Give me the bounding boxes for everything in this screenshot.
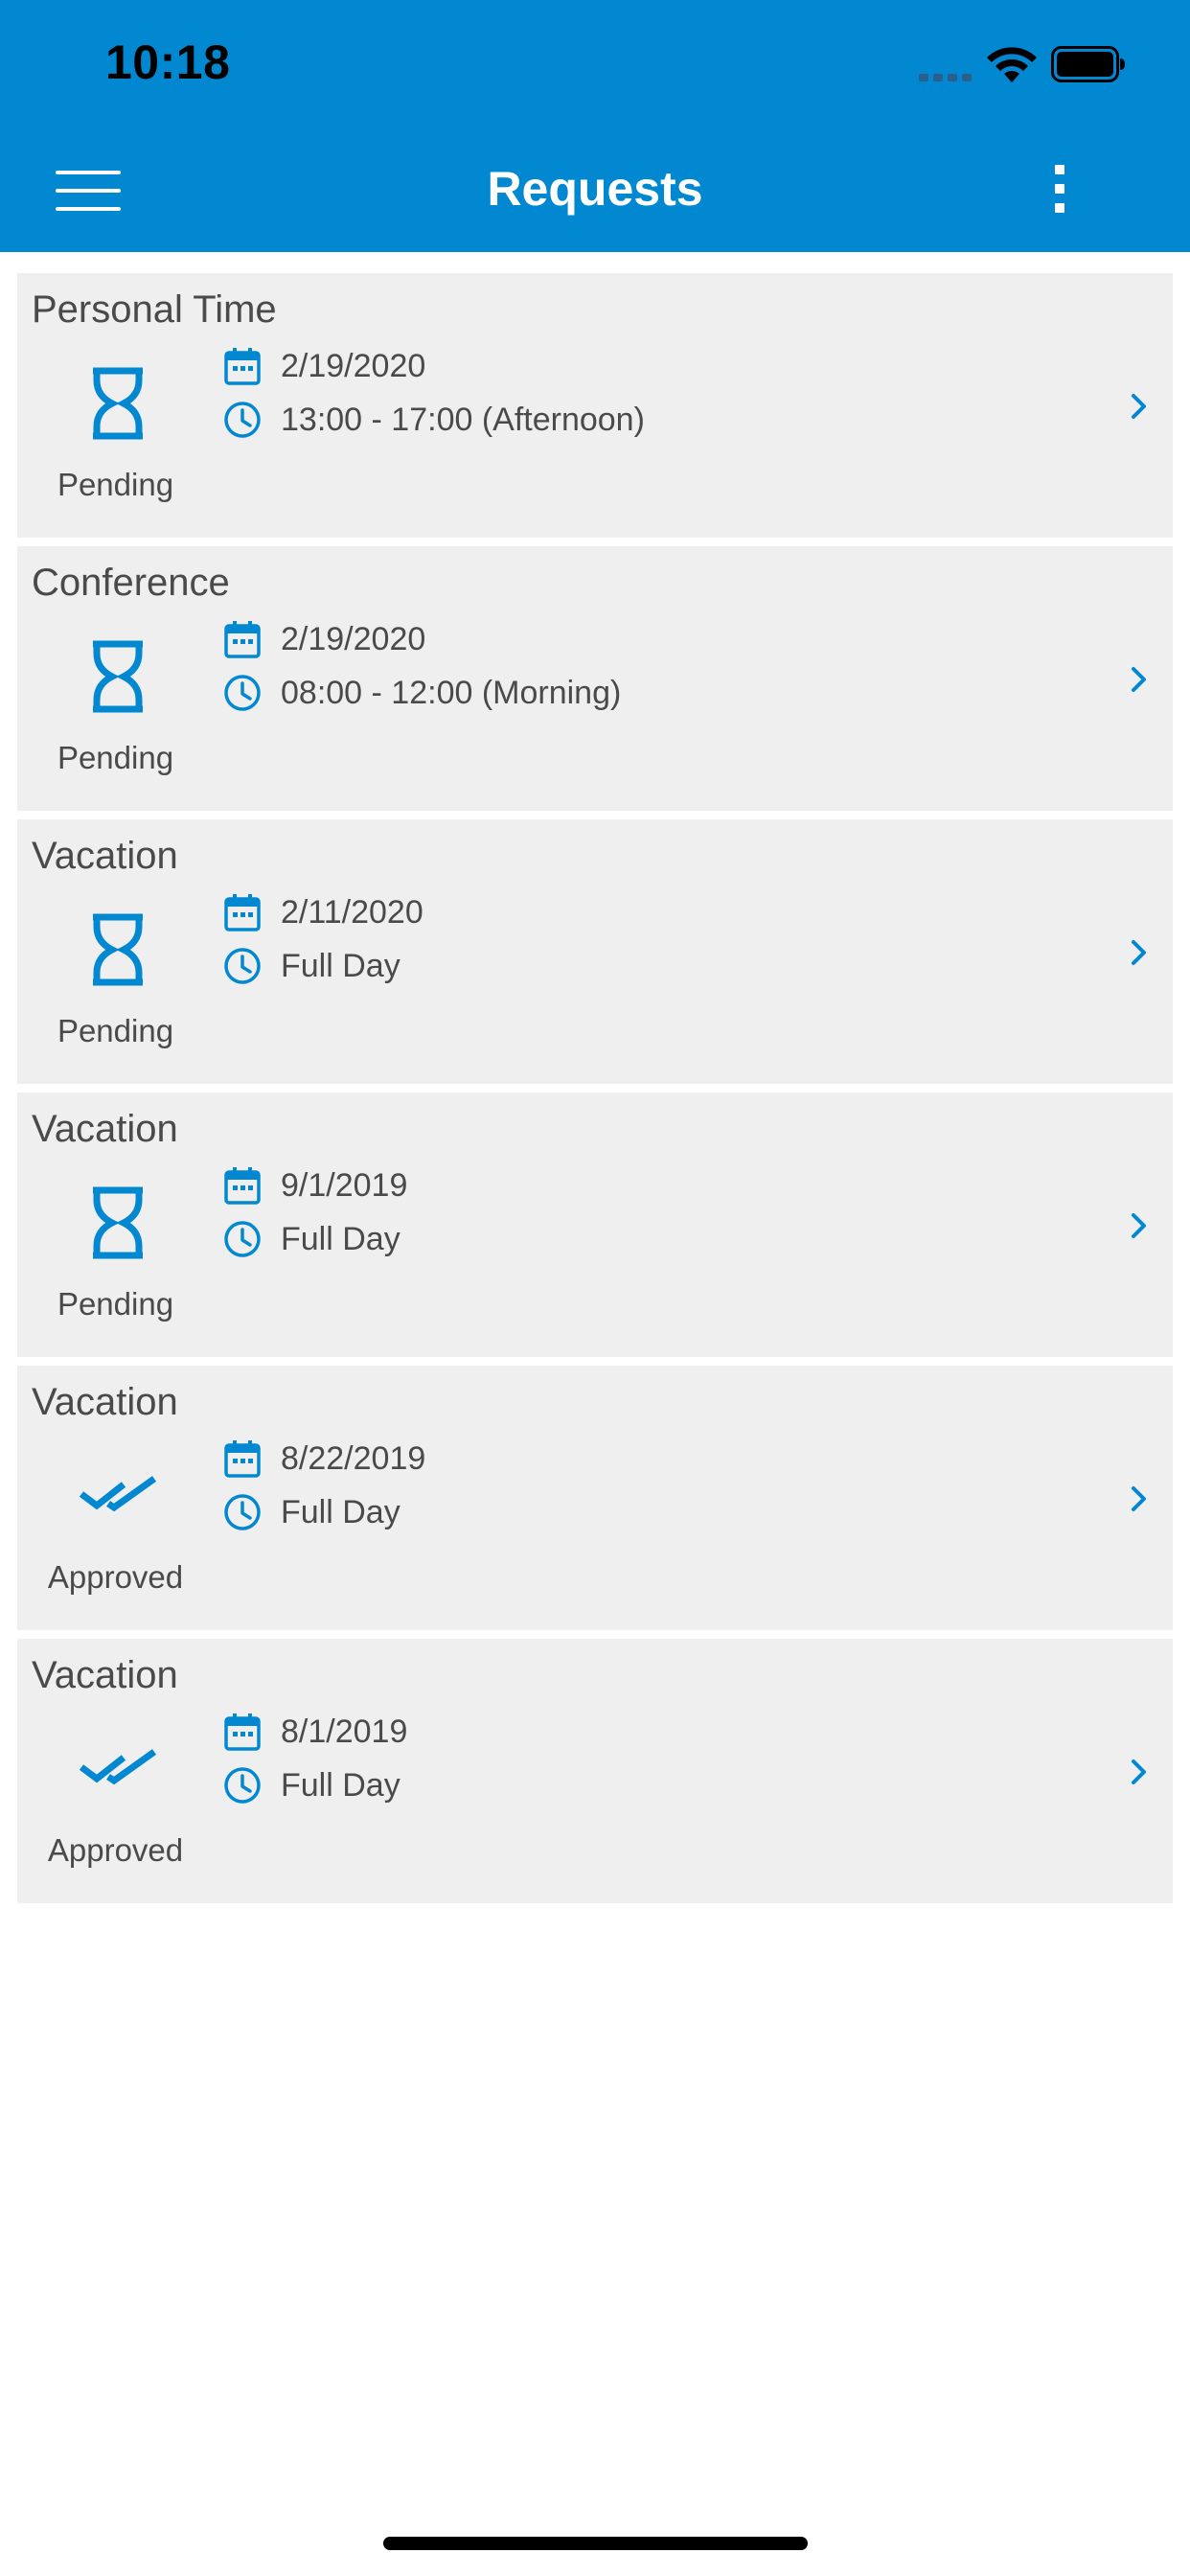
request-time: 13:00 - 17:00 (Afternoon) bbox=[281, 402, 645, 438]
cellular-signal-icon bbox=[919, 74, 973, 81]
request-status-label: Approved bbox=[47, 1559, 184, 1595]
request-card[interactable]: Vacation Pending 9/1/2019 Full Day bbox=[17, 1092, 1173, 1357]
home-indicator bbox=[383, 2537, 808, 2550]
double-check-icon bbox=[80, 1749, 156, 1785]
request-card[interactable]: Vacation Approved 8/1/2019 Full Day bbox=[17, 1639, 1173, 1903]
vertical-dots-icon[interactable] bbox=[1050, 165, 1069, 213]
chevron-right-icon[interactable] bbox=[1129, 1211, 1150, 1240]
request-time: Full Day bbox=[281, 948, 400, 984]
calendar-icon bbox=[224, 1167, 261, 1205]
hourglass-icon bbox=[93, 640, 143, 713]
double-check-icon bbox=[80, 1476, 156, 1512]
request-card[interactable]: Vacation Pending 2/11/2020 Full Day bbox=[17, 819, 1173, 1084]
chevron-right-icon[interactable] bbox=[1129, 1758, 1150, 1786]
request-card[interactable]: Vacation Approved 8/22/2019 Full Day bbox=[17, 1366, 1173, 1630]
request-status-label: Pending bbox=[57, 1013, 174, 1048]
request-date: 2/11/2020 bbox=[281, 894, 423, 931]
request-status-label: Pending bbox=[57, 1286, 174, 1322]
chevron-right-icon[interactable] bbox=[1129, 392, 1150, 421]
calendar-icon bbox=[224, 1440, 261, 1478]
request-card[interactable]: Personal Time Pending 2/19/2020 13:00 - … bbox=[17, 273, 1173, 538]
app-header: 10:18 Requests bbox=[0, 0, 1190, 252]
clock-icon bbox=[224, 948, 261, 984]
wifi-icon bbox=[987, 47, 1037, 82]
request-time: Full Day bbox=[281, 1767, 400, 1804]
request-type-title: Vacation bbox=[32, 1654, 178, 1696]
request-date: 8/1/2019 bbox=[281, 1714, 408, 1750]
clock-icon bbox=[224, 402, 261, 438]
hourglass-icon bbox=[93, 367, 143, 440]
request-date: 9/1/2019 bbox=[281, 1167, 408, 1204]
calendar-icon bbox=[224, 1714, 261, 1751]
request-time: Full Day bbox=[281, 1494, 400, 1530]
calendar-icon bbox=[224, 348, 261, 385]
chevron-right-icon[interactable] bbox=[1129, 938, 1150, 967]
request-date: 8/22/2019 bbox=[281, 1440, 426, 1477]
request-type-title: Personal Time bbox=[32, 288, 277, 331]
hourglass-icon bbox=[93, 1186, 143, 1259]
page-title: Requests bbox=[487, 162, 703, 216]
request-type-title: Vacation bbox=[32, 1381, 178, 1423]
request-time: 08:00 - 12:00 (Morning) bbox=[281, 675, 622, 711]
request-status-label: Approved bbox=[47, 1832, 184, 1868]
clock-icon bbox=[224, 1494, 261, 1530]
hourglass-icon bbox=[93, 913, 143, 986]
request-date: 2/19/2020 bbox=[281, 348, 426, 384]
battery-icon bbox=[1051, 46, 1125, 82]
request-status-label: Pending bbox=[57, 467, 174, 502]
calendar-icon bbox=[224, 621, 261, 658]
request-time: Full Day bbox=[281, 1221, 400, 1257]
clock-icon bbox=[224, 1221, 261, 1257]
request-type-title: Conference bbox=[32, 562, 230, 604]
status-bar-time: 10:18 bbox=[105, 35, 231, 89]
chevron-right-icon[interactable] bbox=[1129, 1484, 1150, 1513]
request-type-title: Vacation bbox=[32, 835, 178, 877]
chevron-right-icon[interactable] bbox=[1129, 665, 1150, 694]
clock-icon bbox=[224, 1767, 261, 1804]
request-type-title: Vacation bbox=[32, 1108, 178, 1150]
clock-icon bbox=[224, 675, 261, 711]
request-status-label: Pending bbox=[57, 740, 174, 775]
calendar-icon bbox=[224, 894, 261, 932]
request-date: 2/19/2020 bbox=[281, 621, 426, 657]
request-card[interactable]: Conference Pending 2/19/2020 08:00 - 12:… bbox=[17, 546, 1173, 811]
